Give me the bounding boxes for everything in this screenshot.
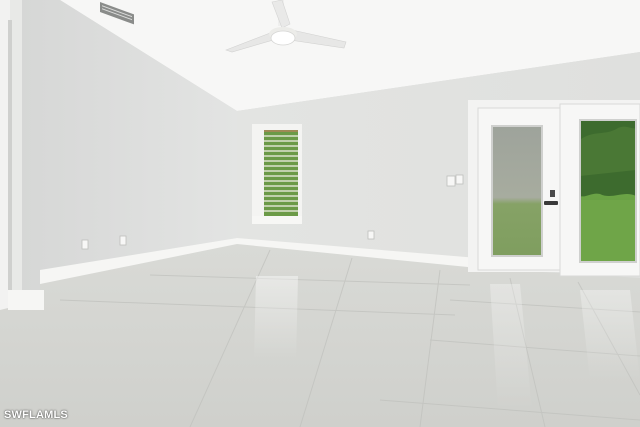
wall-outlet [81,239,89,250]
thermostat [455,174,464,185]
window-reflection [254,276,298,360]
french-doors [468,100,640,277]
window [252,124,302,224]
column-baseboard [8,290,44,310]
light-switch [446,175,456,187]
right-door-glass [579,119,637,263]
wall-outlet [367,230,375,240]
wall-outlet [119,235,127,246]
room-scene: SWFLAMLS [0,0,640,427]
left-door-glass [492,126,542,256]
room-illustration [0,0,640,427]
watermark-text: SWFLAMLS [4,409,68,421]
